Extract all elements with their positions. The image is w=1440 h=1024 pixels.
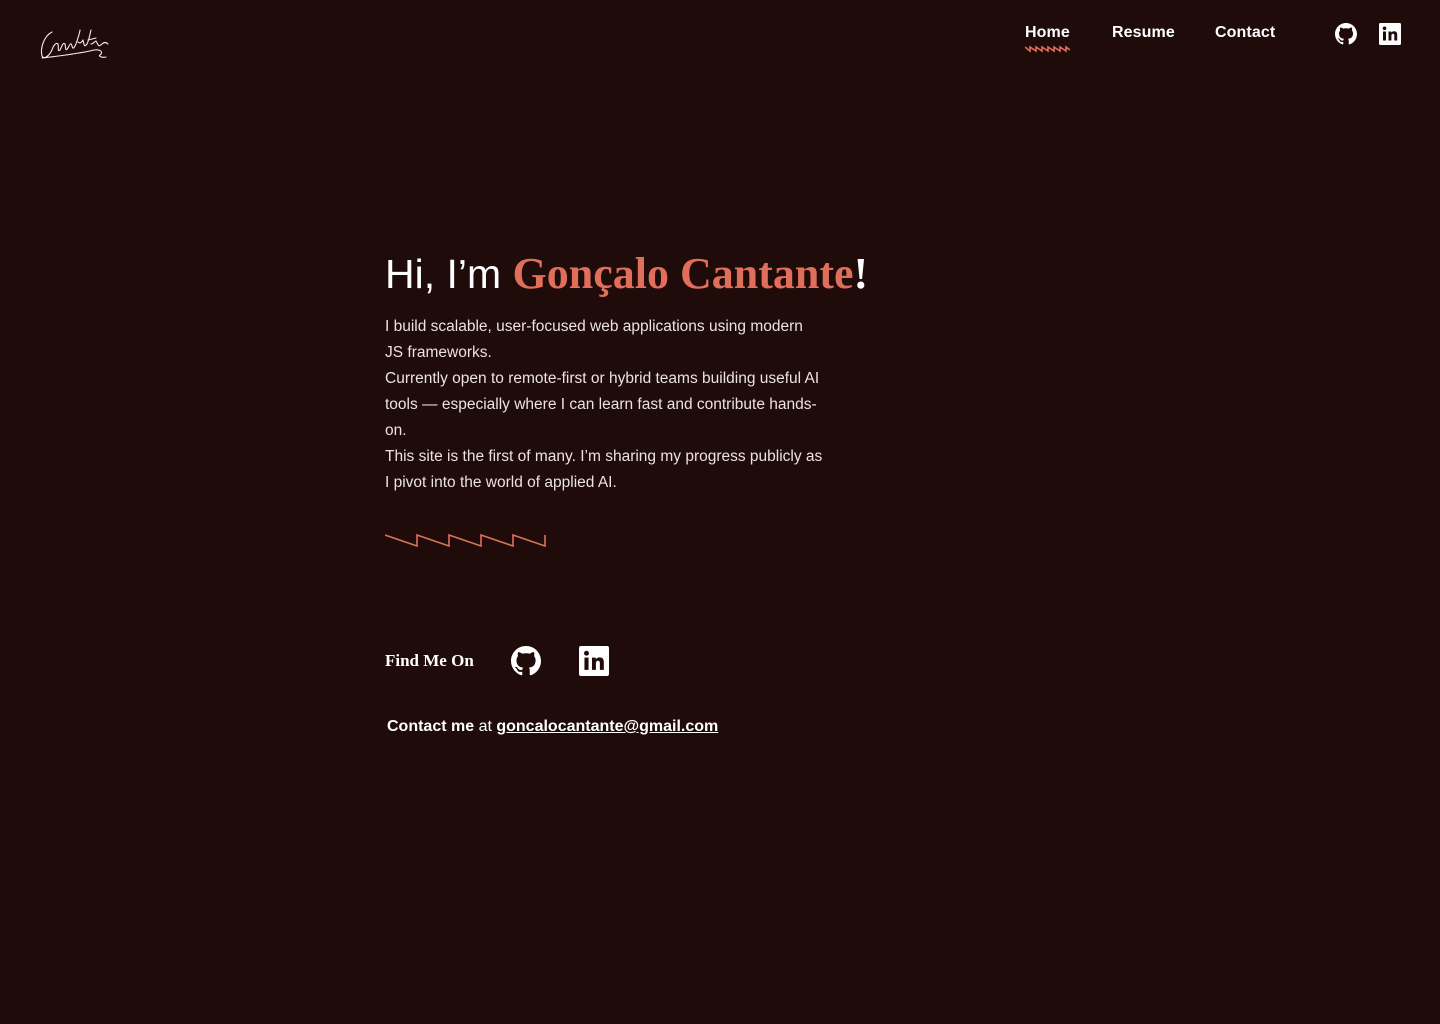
zigzag-divider <box>385 533 546 548</box>
linkedin-icon <box>579 646 609 676</box>
main-nav: Home Resume Contact <box>0 24 1440 54</box>
email-link[interactable]: goncalocantante@gmail.com <box>496 718 718 735</box>
active-nav-zigzag-underline <box>1025 45 1070 53</box>
hero-exclamation: ! <box>853 249 869 298</box>
hero-bio: I build scalable, user-focused web appli… <box>385 314 825 496</box>
nav-contact-link[interactable]: Contact <box>1215 24 1275 42</box>
contact-prefix: Contact me <box>387 718 475 735</box>
hero-section: Hi, I’m Gonçalo Cantante! I build scalab… <box>385 248 868 496</box>
github-icon <box>1335 23 1357 45</box>
header-linkedin-link[interactable] <box>1379 23 1401 45</box>
page: Home Resume Contact Hi, I’m Gonçalo Cant… <box>0 0 1440 1024</box>
hero-greeting: Hi, I’m <box>385 251 513 297</box>
contact-middle: at <box>474 718 497 735</box>
header-github-link[interactable] <box>1335 23 1357 45</box>
bio-paragraph: I build scalable, user-focused web appli… <box>385 318 803 361</box>
nav-resume-link[interactable]: Resume <box>1112 24 1175 42</box>
findme-github-link[interactable] <box>511 646 541 676</box>
bio-paragraph: Currently open to remote-first or hybrid… <box>385 370 820 439</box>
hero-name: Gonçalo Cantante <box>512 249 854 298</box>
nav-home-link[interactable]: Home <box>1025 24 1070 42</box>
bio-paragraph: This site is the first of many. I’m shar… <box>385 448 823 491</box>
github-icon <box>511 646 541 676</box>
findme-linkedin-link[interactable] <box>579 646 609 676</box>
hero-heading: Hi, I’m Gonçalo Cantante! <box>385 248 868 300</box>
linkedin-icon <box>1379 23 1401 45</box>
find-me-on-section: Find Me On <box>385 645 609 677</box>
find-me-label: Find Me On <box>385 651 474 670</box>
contact-line: Contact me at goncalocantante@gmail.com <box>387 718 718 736</box>
